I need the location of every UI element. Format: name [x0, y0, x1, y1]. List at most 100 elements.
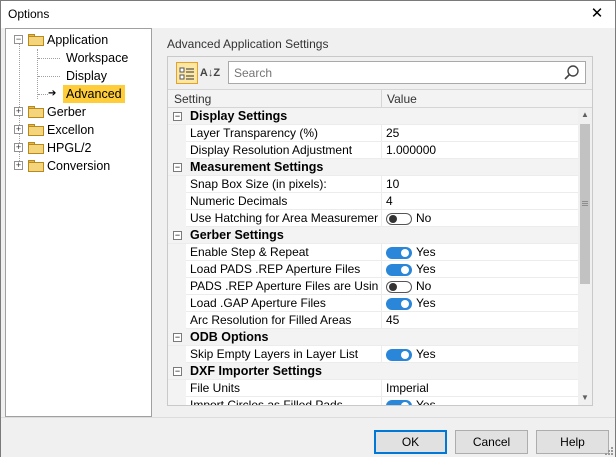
tree-item-excellon[interactable]: + Excellon — [6, 121, 151, 139]
toggle-switch[interactable] — [386, 213, 412, 225]
property-name: File Units — [190, 381, 241, 395]
tree-item-workspace[interactable]: Workspace — [6, 49, 151, 67]
header-setting[interactable]: Setting — [174, 92, 211, 106]
property-row[interactable]: Import Circles as Filled Pads Yes — [168, 397, 578, 405]
tree-item-label: Conversion — [47, 159, 111, 173]
tree-item-display[interactable]: Display — [6, 67, 151, 85]
collapse-icon[interactable]: − — [173, 333, 182, 342]
toggle-switch[interactable] — [386, 264, 412, 276]
property-row[interactable]: Load PADS .REP Aperture Files Yes — [168, 261, 578, 278]
toggle-switch[interactable] — [386, 298, 412, 310]
property-value[interactable]: 4 — [386, 193, 393, 210]
property-row[interactable]: Layer Transparency (%) 25 — [168, 125, 578, 142]
cancel-button[interactable]: Cancel — [455, 430, 528, 454]
resize-grip-icon[interactable] — [603, 445, 613, 455]
folder-icon — [28, 160, 44, 172]
collapse-icon[interactable]: − — [173, 112, 182, 121]
property-grid: A↓Z Setting Value −Display SettingsLayer… — [167, 56, 593, 406]
collapse-icon[interactable]: − — [173, 163, 182, 172]
column-divider[interactable] — [381, 90, 382, 108]
toggle-switch[interactable] — [386, 349, 412, 361]
category-row[interactable]: − Gerber Settings — [168, 227, 578, 244]
row-gutter — [168, 261, 186, 278]
tree-item-application[interactable]: − Application — [6, 31, 151, 49]
category-label: Display Settings — [190, 109, 288, 123]
categorized-view-button[interactable] — [176, 62, 198, 84]
category-row[interactable]: − ODB Options — [168, 329, 578, 346]
category-row[interactable]: − Measurement Settings — [168, 159, 578, 176]
property-name: Import Circles as Filled Pads — [190, 398, 343, 405]
property-row[interactable]: Display Resolution Adjustment 1.000000 — [168, 142, 578, 159]
property-value[interactable]: Imperial — [386, 380, 429, 397]
property-row[interactable]: Skip Empty Layers in Layer List Yes — [168, 346, 578, 363]
expand-icon[interactable]: + — [14, 143, 23, 152]
property-row[interactable]: File Units Imperial — [168, 380, 578, 397]
grid-header: Setting Value — [168, 89, 592, 108]
collapse-icon[interactable]: − — [173, 231, 182, 240]
vertical-scrollbar[interactable]: ▲ ▼ — [578, 108, 592, 405]
row-gutter — [168, 142, 186, 159]
scroll-thumb[interactable] — [580, 124, 590, 284]
tree-item-hpgl-2[interactable]: + HPGL/2 — [6, 139, 151, 157]
header-value[interactable]: Value — [387, 92, 417, 106]
search-icon[interactable] — [563, 64, 581, 82]
category-label: Measurement Settings — [190, 160, 324, 174]
options-tree[interactable]: − Application Workspace Display ➔ Advanced + Ge… — [5, 28, 152, 417]
search-input[interactable] — [234, 65, 554, 81]
property-value[interactable]: 25 — [386, 125, 399, 142]
property-name: Skip Empty Layers in Layer List — [190, 347, 359, 361]
toggle-knob — [401, 266, 409, 274]
property-value[interactable]: 10 — [386, 176, 399, 193]
tree-line — [38, 94, 48, 95]
expand-icon[interactable]: + — [14, 125, 23, 134]
property-row[interactable]: PADS .REP Aperture Files are Using ... No — [168, 278, 578, 295]
row-gutter — [168, 176, 186, 193]
collapse-icon[interactable]: − — [173, 367, 182, 376]
category-label: Gerber Settings — [190, 228, 284, 242]
grip-line — [582, 205, 588, 206]
property-value[interactable]: 1.000000 — [386, 142, 436, 159]
property-name: Use Hatching for Area Measurement — [190, 211, 378, 225]
alphabetical-sort-button[interactable]: A↓Z — [199, 62, 221, 84]
collapse-icon[interactable]: − — [14, 35, 23, 44]
folder-icon — [28, 142, 44, 154]
tree-item-conversion[interactable]: + Conversion — [6, 157, 151, 175]
property-value[interactable]: 45 — [386, 312, 399, 329]
tree-item-label: Display — [66, 69, 107, 83]
property-row[interactable]: Use Hatching for Area Measurement No — [168, 210, 578, 227]
ok-button[interactable]: OK — [374, 430, 447, 454]
scroll-up-icon[interactable]: ▲ — [578, 108, 592, 122]
property-row[interactable]: Numeric Decimals 4 — [168, 193, 578, 210]
toggle-switch[interactable] — [386, 400, 412, 405]
grip-line — [582, 203, 588, 204]
toggle-switch[interactable] — [386, 281, 412, 293]
expand-icon[interactable]: + — [14, 107, 23, 116]
column-divider — [381, 346, 382, 363]
row-gutter — [168, 125, 186, 142]
property-row[interactable]: Load .GAP Aperture Files Yes — [168, 295, 578, 312]
toggle-switch[interactable] — [386, 247, 412, 259]
tree-item-advanced[interactable]: ➔ Advanced — [6, 85, 151, 103]
title-bar[interactable]: Options ✕ — [1, 1, 615, 28]
close-icon[interactable]: ✕ — [587, 5, 607, 23]
property-row[interactable]: Arc Resolution for Filled Areas 45 — [168, 312, 578, 329]
property-value: Yes — [416, 347, 436, 361]
search-box[interactable] — [228, 61, 586, 84]
property-value: Yes — [416, 296, 436, 310]
tree-item-gerber[interactable]: + Gerber — [6, 103, 151, 121]
expand-icon[interactable]: + — [14, 161, 23, 170]
column-divider — [381, 397, 382, 405]
category-row[interactable]: − DXF Importer Settings — [168, 363, 578, 380]
help-button[interactable]: Help — [536, 430, 609, 454]
scroll-down-icon[interactable]: ▼ — [578, 391, 592, 405]
category-row[interactable]: − Display Settings — [168, 108, 578, 125]
property-row[interactable]: Enable Step & Repeat Yes — [168, 244, 578, 261]
property-value: No — [416, 211, 432, 225]
tree-item-label: HPGL/2 — [47, 141, 92, 155]
toggle-knob — [389, 283, 397, 291]
column-divider — [381, 278, 382, 295]
row-gutter — [168, 193, 186, 210]
column-divider — [381, 244, 382, 261]
row-gutter — [168, 210, 186, 227]
property-row[interactable]: Snap Box Size (in pixels): 10 — [168, 176, 578, 193]
